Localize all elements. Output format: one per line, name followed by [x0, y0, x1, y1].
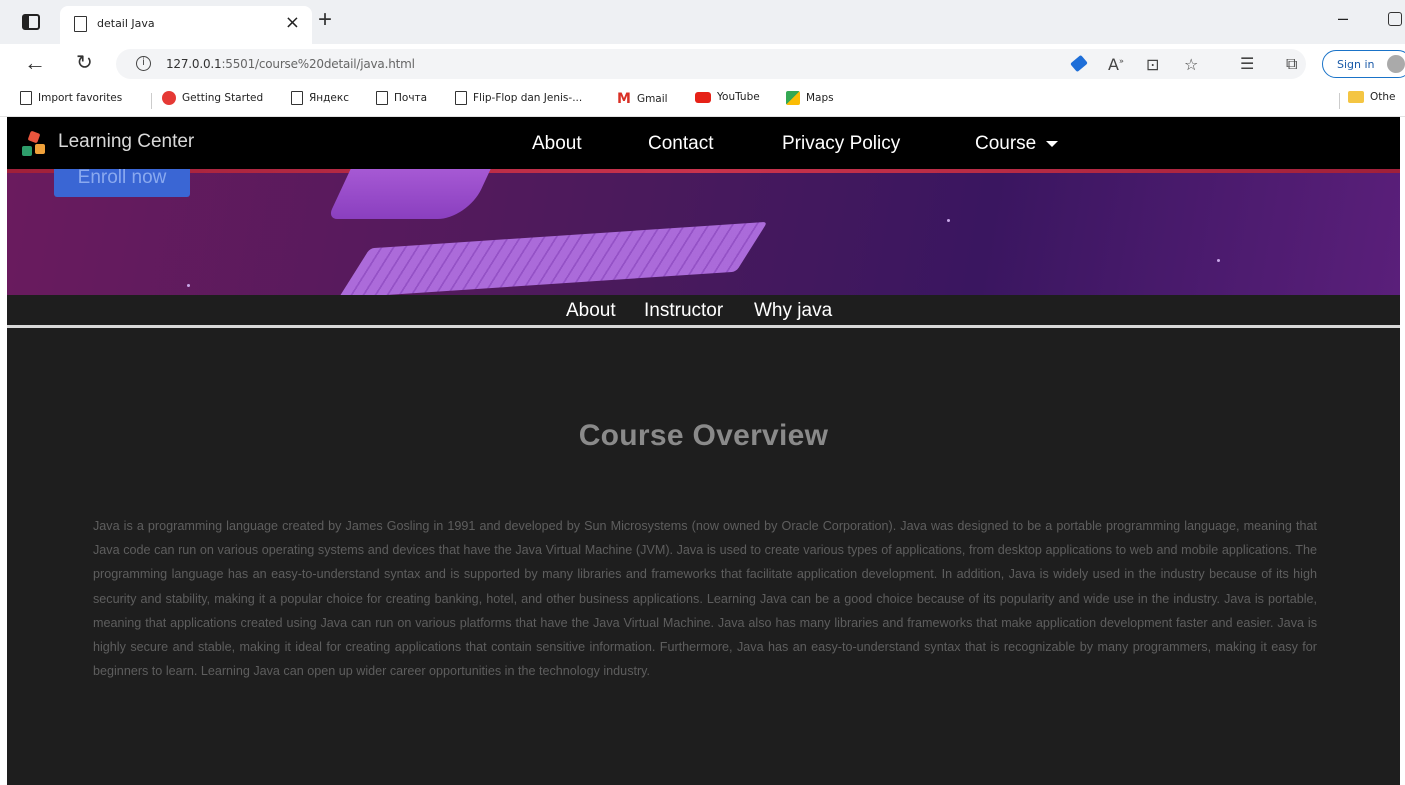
nav-about[interactable]: About: [532, 133, 582, 155]
logo-block: [27, 130, 41, 144]
course-overview-text: Java is a programming language created b…: [93, 519, 1317, 679]
tab-title: detail Java: [97, 17, 155, 30]
subnav-why-java[interactable]: Why java: [754, 300, 832, 322]
subnav-instructor[interactable]: Instructor: [644, 300, 723, 322]
url-host: 127.0.0.1: [166, 57, 222, 71]
site-navbar: Learning Center About Contact Privacy Po…: [7, 117, 1400, 169]
subnav-about[interactable]: About: [566, 300, 616, 322]
favorite-flip-flop[interactable]: Flip-Flop dan Jenis-...: [455, 91, 582, 105]
add-favorite-icon[interactable]: ☆: [1184, 55, 1198, 74]
logo-block: [35, 144, 45, 154]
divider: [1339, 93, 1340, 109]
star-dot: [947, 219, 950, 222]
url-input[interactable]: i 127.0.0.1:5501/course%20detail/java.ht…: [116, 49, 1306, 79]
keyboard-illustration: [338, 221, 768, 295]
favorite-label: Othe: [1370, 91, 1396, 103]
favorite-label: Maps: [806, 92, 834, 104]
favorite-label: Flip-Flop dan Jenis-...: [473, 92, 583, 104]
favorite-import[interactable]: Import favorites: [20, 91, 122, 105]
star-dot: [1217, 259, 1220, 262]
avatar: [1387, 55, 1405, 73]
browser-address-bar: ← ↻ i 127.0.0.1:5501/course%20detail/jav…: [0, 44, 1405, 84]
favorite-yandex[interactable]: Яндекс: [291, 91, 349, 105]
favorite-label: Яндекс: [309, 92, 349, 104]
collections-icon[interactable]: ⧉: [1286, 54, 1297, 74]
enroll-button[interactable]: Enroll now: [54, 169, 190, 197]
learning-center-logo-icon[interactable]: [20, 130, 48, 158]
folder-icon: [1348, 91, 1364, 103]
page-icon: [455, 91, 467, 105]
import-icon: [20, 91, 32, 105]
favorite-label: Getting Started: [182, 92, 264, 104]
tag-icon[interactable]: [1070, 54, 1088, 73]
refresh-icon[interactable]: ↻: [76, 50, 93, 75]
nav-course-dropdown[interactable]: Course: [975, 133, 1059, 155]
hero-accent-line: [7, 169, 1400, 173]
favorite-gmail[interactable]: M Gmail: [617, 91, 668, 107]
web-page: Enroll now Learning Center About Contact…: [7, 117, 1400, 785]
browser-tab-active[interactable]: detail Java ×: [60, 6, 312, 44]
brand-name[interactable]: Learning Center: [58, 131, 194, 153]
nav-course-label: Course: [975, 133, 1037, 154]
course-overview-title: Course Overview: [578, 419, 829, 452]
favorites-bar: Import favorites Getting Started Яндекс …: [0, 84, 1405, 117]
youtube-icon: [695, 91, 711, 103]
new-tab-button[interactable]: +: [318, 6, 332, 34]
hero-banner: Enroll now: [7, 169, 1400, 295]
sign-in-button[interactable]: Sign in: [1322, 50, 1405, 78]
logo-block: [22, 146, 32, 156]
nav-contact[interactable]: Contact: [648, 133, 713, 155]
favorite-label: Gmail: [636, 93, 668, 105]
favorite-pochta[interactable]: Почта: [376, 91, 427, 105]
caret-down-icon: [1046, 140, 1059, 147]
favorite-maps[interactable]: Maps: [786, 91, 834, 105]
immersive-reader-icon[interactable]: ⊡: [1146, 55, 1159, 74]
maps-icon: [786, 91, 800, 105]
minimize-button[interactable]: –: [1338, 8, 1348, 29]
favorite-label: Почта: [394, 92, 428, 104]
page-icon: [74, 16, 87, 32]
info-icon[interactable]: i: [136, 56, 151, 71]
opera-icon: [162, 91, 176, 105]
star-dot: [187, 284, 190, 287]
tab-actions-icon[interactable]: [22, 14, 40, 30]
page-icon: [291, 91, 303, 105]
url-path: :5501/course%20detail/java.html: [221, 57, 415, 71]
close-tab-icon[interactable]: ×: [285, 12, 300, 33]
sign-in-label: Sign in: [1337, 58, 1375, 71]
favorites-icon[interactable]: ☰: [1240, 54, 1254, 73]
divider: [151, 93, 152, 109]
gmail-icon: M: [617, 91, 631, 107]
favorite-label: YouTube: [717, 91, 760, 103]
browser-tab-bar: detail Java × + –: [0, 0, 1405, 44]
course-subnav: About Instructor Why java: [7, 295, 1400, 328]
laptop-illustration: [327, 169, 491, 219]
favorite-youtube[interactable]: YouTube: [695, 91, 760, 103]
favorite-label: Import favorites: [38, 92, 123, 104]
url-text: 127.0.0.1:5501/course%20detail/java.html: [166, 57, 415, 71]
page-icon: [376, 91, 388, 105]
nav-privacy-policy[interactable]: Privacy Policy: [782, 133, 900, 155]
read-aloud-icon[interactable]: A»: [1108, 55, 1124, 74]
favorite-getting-started[interactable]: Getting Started: [162, 91, 263, 105]
back-arrow-icon[interactable]: ←: [24, 50, 46, 76]
favorite-other[interactable]: Othe: [1348, 91, 1396, 103]
maximize-button[interactable]: [1388, 12, 1402, 26]
